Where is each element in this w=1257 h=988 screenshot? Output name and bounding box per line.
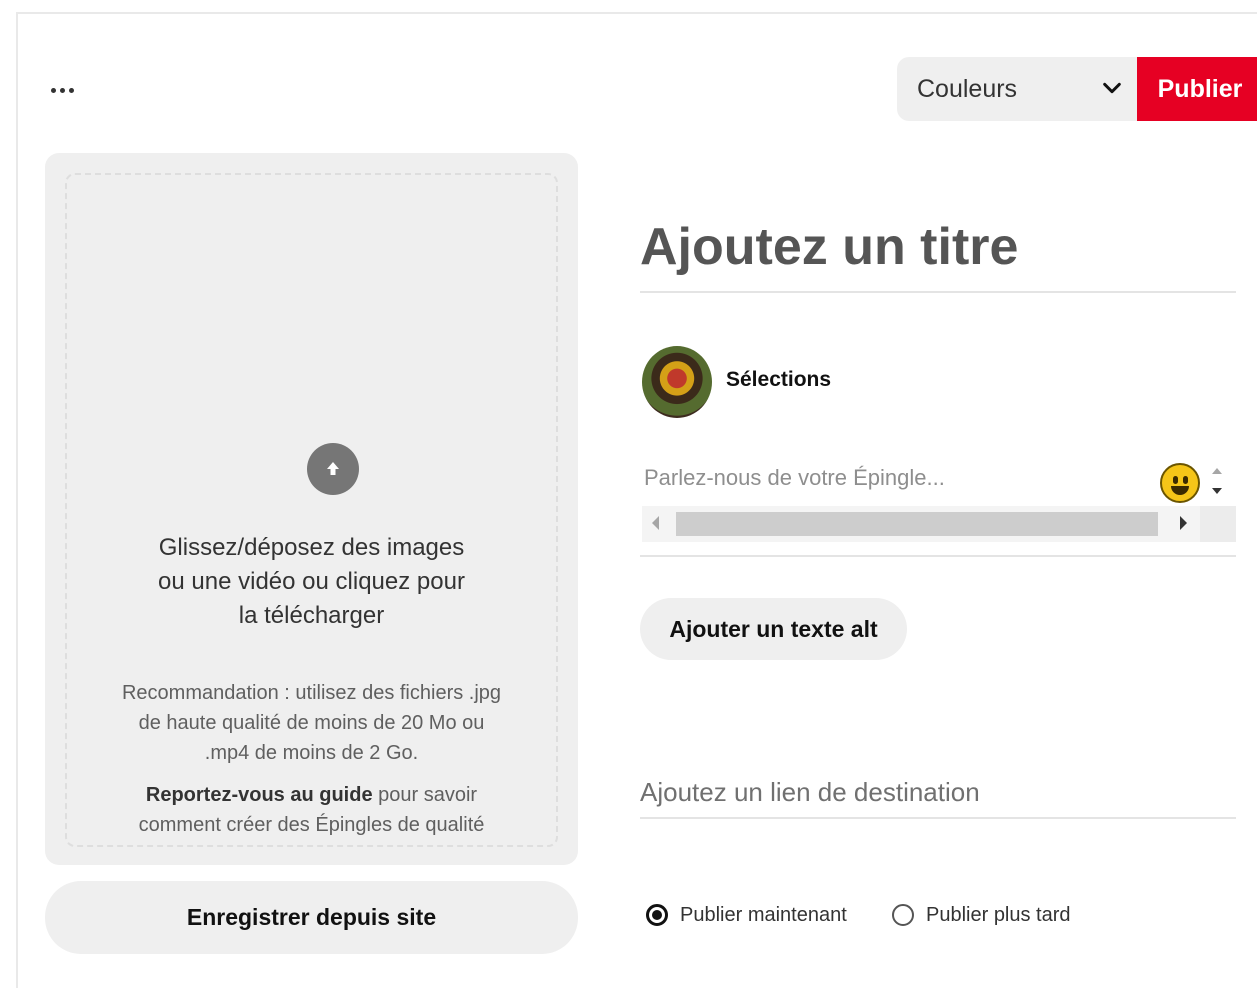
upload-instructions-line: ou une vidéo ou cliquez pour (158, 568, 465, 595)
recommendation-line: Recommandation : utilisez des fichiers .… (121, 682, 502, 704)
divider (640, 555, 1236, 557)
publish-button[interactable]: Publier (1137, 57, 1257, 121)
publish-now-option[interactable]: Publier maintenant (646, 900, 847, 930)
upload-recommendation: Recommandation : utilisez des fichiers .… (67, 678, 556, 768)
profile-name[interactable]: Sélections (726, 368, 831, 392)
title-input[interactable]: Ajoutez un titre (640, 205, 1236, 289)
upload-dropzone[interactable]: Glissez/déposez des images ou une vidéo … (45, 153, 578, 865)
guide-text: pour savoir (372, 784, 478, 806)
arrow-up-glyph (327, 462, 339, 475)
radio-checked[interactable] (646, 904, 668, 926)
emoji-mouth (1171, 486, 1189, 495)
recommendation-line: .mp4 de moins de 2 Go. (204, 742, 419, 764)
publish-later-option[interactable]: Publier plus tard (892, 900, 1071, 930)
radio-unchecked[interactable] (892, 904, 914, 926)
dot (50, 87, 56, 93)
guide-line-1: Reportez-vous au guide pour savoir (67, 780, 556, 810)
guide-link[interactable]: Reportez-vous au guide (146, 784, 373, 806)
publish-now-label: Publier maintenant (680, 903, 847, 926)
vertical-scroll-arrows-icon[interactable] (1206, 460, 1228, 504)
chevron-down-icon (1103, 82, 1121, 94)
more-options-icon[interactable] (44, 78, 80, 102)
guide-line-2: comment créer des Épingles de qualité (138, 814, 485, 836)
recommendation-line: de haute qualité de moins de 20 Mo ou (138, 712, 485, 734)
upload-instructions-line: Glissez/déposez des images (158, 534, 465, 561)
emoji-icon[interactable] (1160, 463, 1200, 503)
divider (640, 817, 1236, 819)
avatar[interactable] (642, 346, 712, 418)
arrow-up-circle-icon[interactable] (307, 443, 359, 495)
scrollbar-thumb[interactable] (676, 512, 1158, 536)
scroll-left-arrow-icon[interactable] (652, 516, 659, 530)
add-alt-text-button[interactable]: Ajouter un texte alt (640, 598, 907, 660)
upload-instructions-line: la télécharger (238, 602, 385, 629)
upload-guide: Reportez-vous au guide pour savoir comme… (67, 780, 556, 840)
scrollbar-corner (1200, 506, 1236, 542)
description-input[interactable]: Parlez-nous de votre Épingle... (640, 456, 1164, 500)
publish-later-label: Publier plus tard (926, 903, 1071, 926)
upload-instructions: Glissez/déposez des images ou une vidéo … (67, 531, 556, 633)
divider (640, 291, 1236, 293)
board-select[interactable]: Couleurs (897, 57, 1137, 121)
dot (59, 87, 65, 93)
scroll-right-arrow-icon[interactable] (1180, 516, 1187, 530)
save-from-site-button[interactable]: Enregistrer depuis site (45, 881, 578, 954)
board-select-value: Couleurs (917, 74, 1018, 103)
destination-link-input[interactable]: Ajoutez un lien de destination (640, 770, 1236, 814)
upload-dropzone-border: Glissez/déposez des images ou une vidéo … (65, 173, 558, 847)
horizontal-scrollbar[interactable] (642, 506, 1236, 542)
dot (68, 87, 74, 93)
